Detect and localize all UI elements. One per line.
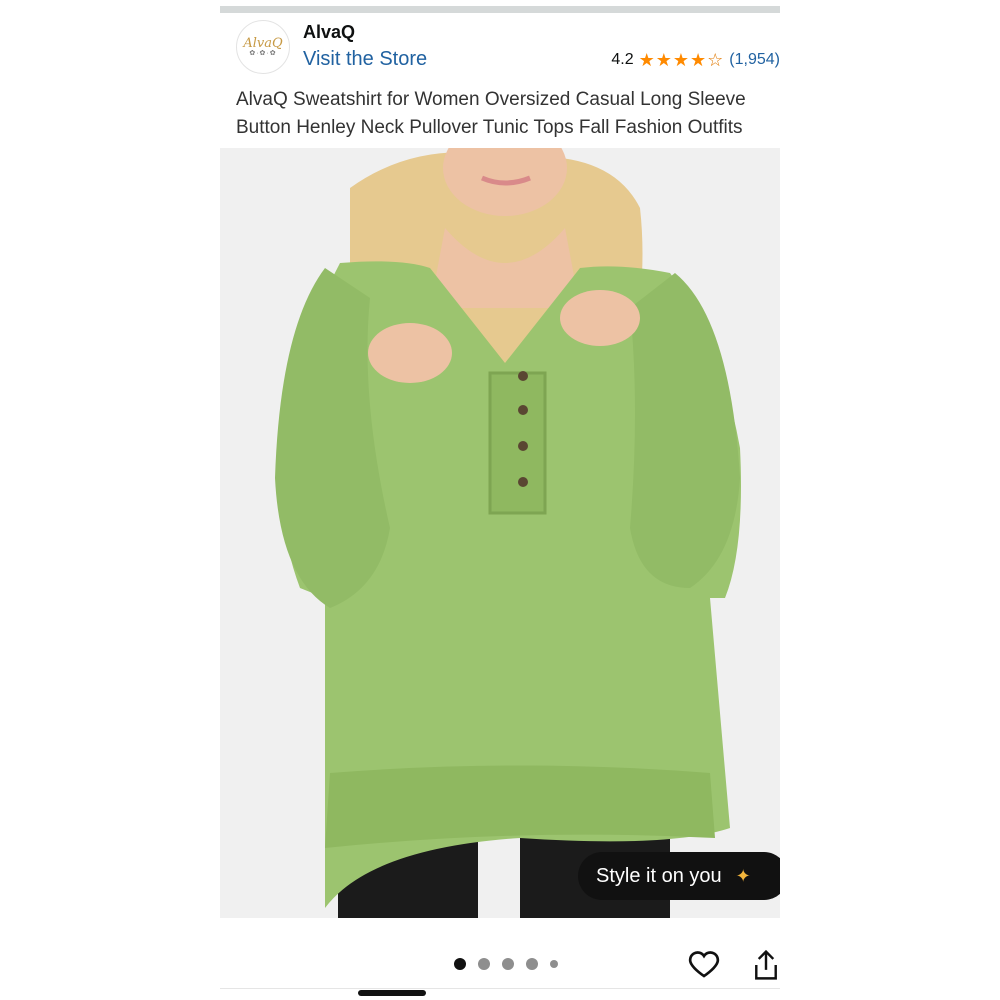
sweatshirt-illustration — [220, 148, 780, 918]
bottom-divider — [220, 988, 780, 989]
brand-logo-text: AlvaQ — [243, 35, 283, 51]
rating-summary[interactable]: 4.2 ★ ★ ★ ★ ☆ (1,954) — [611, 51, 780, 69]
star-icon: ★ — [638, 50, 655, 70]
product-title: AlvaQ Sweatshirt for Women Oversized Cas… — [236, 89, 746, 138]
style-it-on-you-button[interactable]: Style it on you ✦ — [578, 852, 780, 900]
star-icon: ★ — [690, 50, 707, 70]
share-icon[interactable] — [751, 948, 780, 982]
carousel-dot[interactable] — [502, 958, 514, 970]
review-count[interactable]: (1,954) — [729, 51, 780, 69]
top-divider — [220, 6, 780, 13]
brand-logo-ornament: ✿·✿·✿ — [249, 49, 277, 57]
style-button-label: Style it on you — [596, 864, 722, 887]
product-image[interactable] — [220, 148, 780, 918]
home-indicator — [358, 990, 426, 996]
star-empty-icon: ☆ — [707, 50, 724, 70]
visit-store-link[interactable]: Visit the Store — [303, 48, 427, 71]
carousel-dot[interactable] — [526, 958, 538, 970]
star-icon: ★ — [655, 50, 672, 70]
brand-name[interactable]: AlvaQ — [303, 22, 355, 43]
brand-row: AlvaQ ✿·✿·✿ AlvaQ Visit the Store 4.2 ★ … — [220, 18, 780, 80]
heart-icon[interactable] — [688, 948, 720, 980]
product-page: AlvaQ ✿·✿·✿ AlvaQ Visit the Store 4.2 ★ … — [220, 0, 780, 1000]
carousel-dot[interactable] — [550, 960, 558, 968]
rating-value: 4.2 — [611, 51, 634, 68]
brand-logo[interactable]: AlvaQ ✿·✿·✿ — [236, 20, 290, 74]
sparkle-icon: ✦ — [735, 865, 751, 886]
carousel-dot-active[interactable] — [454, 958, 466, 970]
star-icon: ★ — [672, 50, 690, 70]
star-rating: ★ ★ ★ ★ ☆ — [639, 51, 724, 69]
carousel-dots — [454, 958, 558, 970]
carousel-dot[interactable] — [478, 958, 490, 970]
